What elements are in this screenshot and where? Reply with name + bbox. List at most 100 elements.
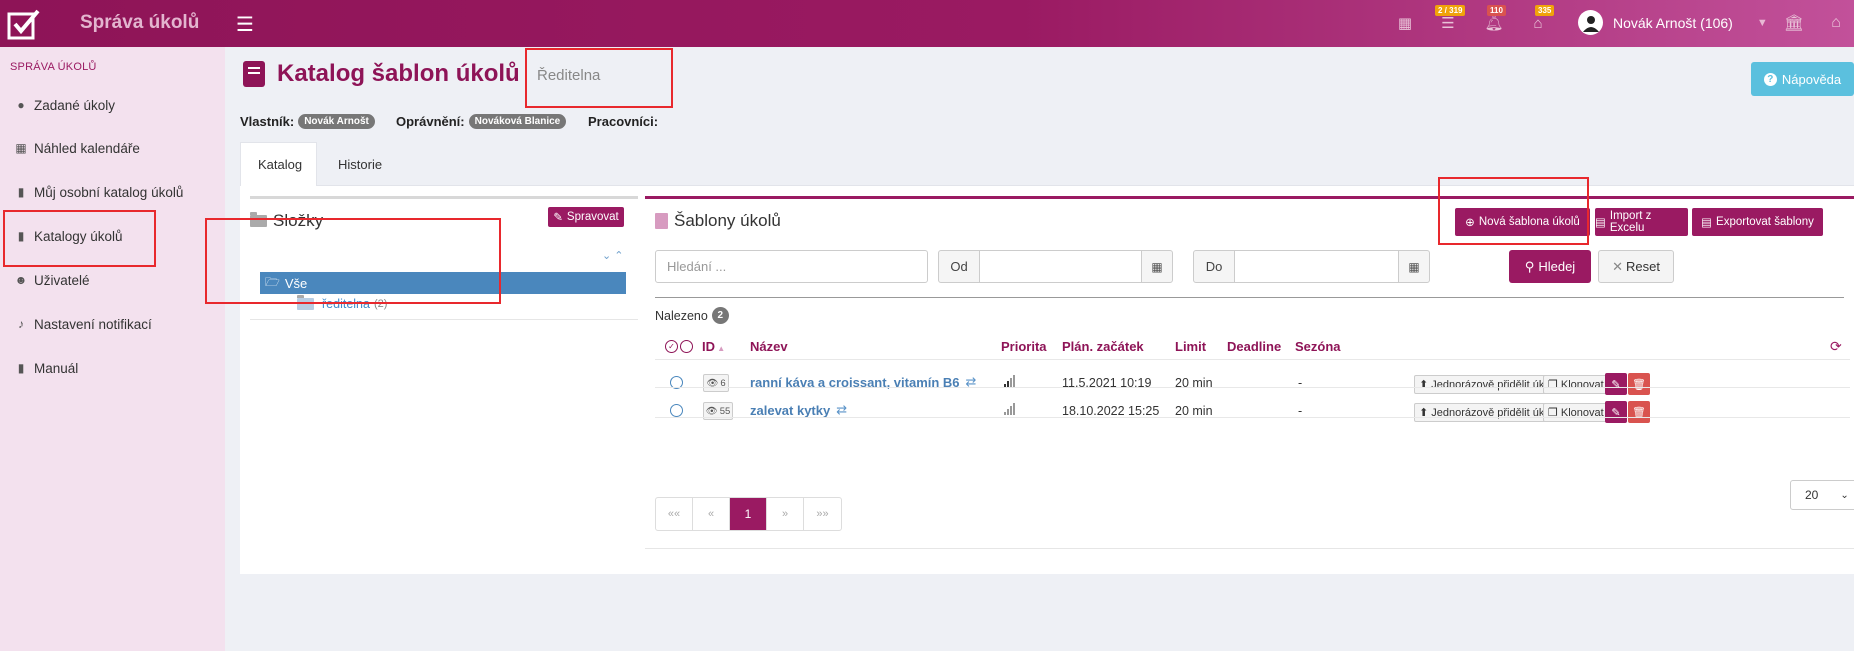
- chevron-down-icon: ⌄: [1840, 489, 1849, 501]
- app-logo-icon[interactable]: [0, 0, 47, 47]
- page-next[interactable]: »: [767, 498, 804, 530]
- user-name: Novák Arnošt (106): [1613, 14, 1733, 31]
- sidebar-item-users[interactable]: ☻ Uživatelé: [14, 268, 90, 292]
- divider: [655, 359, 1850, 360]
- chevron-down-icon[interactable]: ▼: [1757, 17, 1768, 29]
- divider: [655, 387, 1850, 388]
- views-badge[interactable]: 👁︎ 6: [703, 374, 729, 392]
- assign-once-button[interactable]: ⬆ Jednorázově přidělit úkol: [1414, 403, 1558, 422]
- search-button[interactable]: ⚲ Hledej: [1509, 250, 1591, 283]
- refresh-icon[interactable]: ⟳: [1830, 338, 1842, 355]
- sidebar: SPRÁVA ÚKOLŮ ● Zadané úkoly ▦ Náhled kal…: [0, 47, 225, 651]
- home-outline-icon[interactable]: ⌂: [1825, 12, 1847, 34]
- close-icon: ✕: [1612, 258, 1623, 274]
- institution-icon[interactable]: 🏛︎: [1783, 12, 1805, 34]
- task-name-link[interactable]: zalevat kytky ⇄: [750, 402, 847, 418]
- book-icon: ▮: [17, 361, 25, 375]
- file-excel-icon: ▤: [1595, 217, 1606, 229]
- found-count: Nalezeno 2: [655, 307, 729, 324]
- to-date-input[interactable]: [1234, 250, 1399, 283]
- calendar-icon[interactable]: ▦: [1141, 250, 1173, 283]
- clone-button[interactable]: ❐ Klonovat: [1543, 375, 1609, 394]
- calendar-icon: ▦: [15, 141, 27, 155]
- reset-button[interactable]: ✕ Reset: [1598, 250, 1674, 283]
- calendar-icon[interactable]: ▦: [1394, 12, 1416, 34]
- tabs: Katalog Historie: [240, 142, 1854, 186]
- sidebar-header: SPRÁVA ÚKOLŮ: [10, 61, 97, 73]
- highlight-box: [1438, 177, 1589, 245]
- from-label: Od: [938, 250, 980, 283]
- content-card: Katalog Historie Složky ✎ Spravovat ⌄ ⌃ …: [205, 142, 1854, 574]
- clone-button[interactable]: ❐ Klonovat: [1543, 403, 1609, 422]
- priority-icon: [1004, 375, 1015, 387]
- page-last[interactable]: »»: [804, 498, 841, 530]
- upload-icon: ⬆: [1419, 379, 1429, 391]
- divider: [655, 417, 1850, 418]
- tasks-badge: 2 / 319: [1435, 5, 1466, 16]
- file-export-icon: ▤: [1701, 217, 1713, 229]
- manage-folders-button[interactable]: ✎ Spravovat: [548, 207, 624, 227]
- eye-icon: 👁︎: [705, 405, 718, 417]
- limit-cell: 20 min: [1175, 404, 1213, 418]
- sidebar-item-personal-catalog[interactable]: ▮ Můj osobní katalog úkolů: [14, 180, 184, 204]
- column-limit[interactable]: Limit: [1175, 339, 1206, 354]
- assign-once-button[interactable]: ⬆ Jednorázově přidělit úkol: [1414, 375, 1558, 394]
- notifications-badge: 110: [1487, 5, 1506, 16]
- column-priority[interactable]: Priorita: [1001, 339, 1047, 354]
- column-season[interactable]: Sezóna: [1295, 339, 1341, 354]
- page-size-select[interactable]: 20 ⌄: [1790, 480, 1854, 510]
- trash-icon[interactable]: 🗑︎: [1628, 401, 1650, 423]
- book-icon: ▮: [17, 185, 25, 199]
- check-circle-icon: ●: [17, 98, 25, 112]
- from-date-input[interactable]: [979, 250, 1142, 283]
- bell-icon: ♪: [18, 317, 24, 331]
- divider: [250, 319, 638, 320]
- help-button[interactable]: ? Nápověda: [1751, 62, 1854, 96]
- pagination: «« « 1 » »»: [655, 497, 842, 531]
- app-title[interactable]: Správa úkolů: [80, 12, 199, 34]
- column-start[interactable]: Plán. začátek: [1062, 339, 1144, 354]
- calendar-icon[interactable]: ▦: [1398, 250, 1430, 283]
- column-name[interactable]: Název: [750, 339, 788, 354]
- sidebar-item-calendar[interactable]: ▦ Náhled kalendáře: [14, 136, 140, 160]
- copy-icon: ❐: [1548, 379, 1558, 391]
- sidebar-item-notifications[interactable]: ♪ Nastavení notifikací: [14, 312, 152, 336]
- page-first[interactable]: ««: [656, 498, 693, 530]
- page-1[interactable]: 1: [730, 498, 767, 530]
- import-excel-button[interactable]: ▤ Import z Excelu: [1595, 208, 1688, 236]
- export-templates-button[interactable]: ▤ Exportovat šablony: [1692, 208, 1823, 236]
- tree-collapse-icon[interactable]: ⌄ ⌃: [602, 249, 624, 262]
- search-icon: ⚲: [1524, 258, 1535, 274]
- user-menu[interactable]: Novák Arnošt (106) ▼: [1578, 10, 1768, 35]
- divider: [645, 548, 1854, 549]
- templates-title: Šablony úkolů: [655, 211, 781, 231]
- top-bar: Správa úkolů ☰ ▦ ☰ 2 / 319 🔔︎ 110 ⌂ 335 …: [0, 0, 1854, 47]
- sidebar-item-assigned-tasks[interactable]: ● Zadané úkoly: [14, 93, 115, 117]
- row-select-radio[interactable]: [670, 404, 683, 417]
- highlight-box: [525, 48, 673, 108]
- column-deadline[interactable]: Deadline: [1227, 339, 1281, 354]
- divider: [655, 297, 1844, 298]
- to-label: Do: [1193, 250, 1235, 283]
- search-input[interactable]: Hledání ...: [655, 250, 928, 283]
- templates-panel: Šablony úkolů ⊕ Nová šablona úkolů ▤ Imp…: [645, 196, 1854, 549]
- owner-pill: Novák Arnošt: [298, 114, 375, 129]
- pencil-icon: ✎: [553, 212, 563, 224]
- priority-icon: [1004, 403, 1015, 415]
- select-all-icon[interactable]: ✓: [665, 340, 693, 353]
- edit-icon[interactable]: ✎: [1605, 373, 1627, 395]
- file-icon: [655, 213, 668, 229]
- permission-line: Oprávnění: Nováková Blanice: [396, 114, 567, 129]
- tab-catalog[interactable]: Katalog: [240, 142, 317, 186]
- page-prev[interactable]: «: [693, 498, 730, 530]
- edit-icon[interactable]: ✎: [1605, 401, 1627, 423]
- page-title: Katalog šablon úkolů: [277, 60, 520, 87]
- column-id[interactable]: ID ▲: [702, 339, 725, 354]
- menu-toggle-icon[interactable]: ☰: [236, 12, 254, 37]
- tab-history[interactable]: Historie: [321, 142, 399, 186]
- owner-line: Vlastník: Novák Arnošt: [240, 114, 375, 129]
- workers-line: Pracovníci:: [588, 114, 659, 129]
- trash-icon[interactable]: 🗑︎: [1628, 373, 1650, 395]
- start-cell: 18.10.2022 15:25: [1062, 404, 1160, 418]
- sidebar-item-manual[interactable]: ▮ Manuál: [14, 356, 79, 380]
